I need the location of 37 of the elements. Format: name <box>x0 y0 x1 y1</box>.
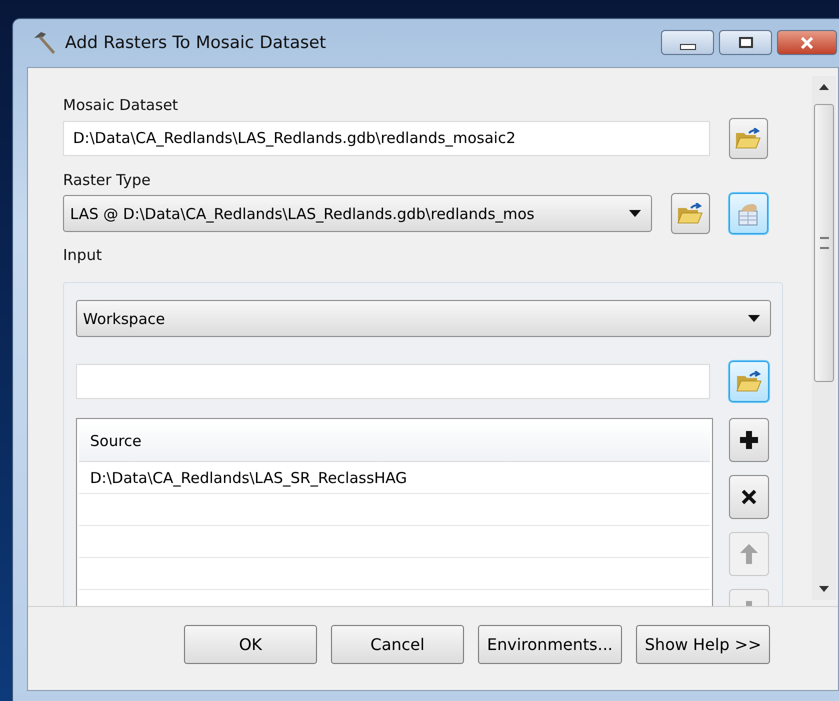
up-arrow-icon <box>739 543 759 565</box>
folder-icon <box>736 370 762 392</box>
close-button[interactable] <box>777 30 837 55</box>
table-cell-text: D:\Data\CA_Redlands\LAS_SR_ReclassHAG <box>89 468 408 486</box>
browse-button[interactable] <box>670 193 710 234</box>
field-label: Input <box>63 246 103 266</box>
raster-type-dropdown[interactable]: LAS @ D:\Data\CA_Redlands\LAS_Redlands.gdb\redlands_mos <box>63 195 652 232</box>
scrollbar[interactable] <box>812 76 836 600</box>
column-header[interactable]: Source <box>79 432 142 450</box>
dialog-button[interactable]: Cancel <box>331 625 464 664</box>
scroll-down-arrow-icon[interactable] <box>819 586 829 592</box>
dialog-button[interactable]: Show Help >> <box>636 625 770 664</box>
dropdown-arrow-icon <box>748 315 760 322</box>
close-icon <box>800 36 814 48</box>
browse-button[interactable] <box>729 361 769 402</box>
grip-icon <box>820 237 828 249</box>
maximize-button[interactable] <box>719 30 772 55</box>
remove-button[interactable] <box>729 475 769 519</box>
dialog-button[interactable]: OK <box>184 625 317 664</box>
input-type-dropdown[interactable]: Workspace <box>76 300 771 337</box>
folder-icon <box>677 202 704 224</box>
dialog-button[interactable]: Environments... <box>478 625 622 664</box>
folder-icon <box>735 128 762 150</box>
plus-icon <box>738 429 760 451</box>
minimize-button[interactable] <box>661 30 714 55</box>
input-field[interactable]: D:\Data\CA_Redlands\LAS_Redlands.gdb\redlands_mosaic2 <box>63 121 710 156</box>
x-icon <box>740 488 758 506</box>
scroll-up-arrow-icon[interactable] <box>819 84 829 90</box>
add-button[interactable] <box>729 418 769 462</box>
scroll-thumb[interactable] <box>814 104 834 382</box>
window-title: Add Rasters To Mosaic Dataset <box>65 33 326 53</box>
field-label: Raster Type <box>63 171 152 191</box>
input-field[interactable] <box>76 364 710 399</box>
browse-button[interactable] <box>728 118 768 159</box>
field-label: Mosaic Dataset <box>63 96 180 116</box>
dropdown-arrow-icon <box>628 210 641 217</box>
properties-button[interactable] <box>728 193 768 234</box>
